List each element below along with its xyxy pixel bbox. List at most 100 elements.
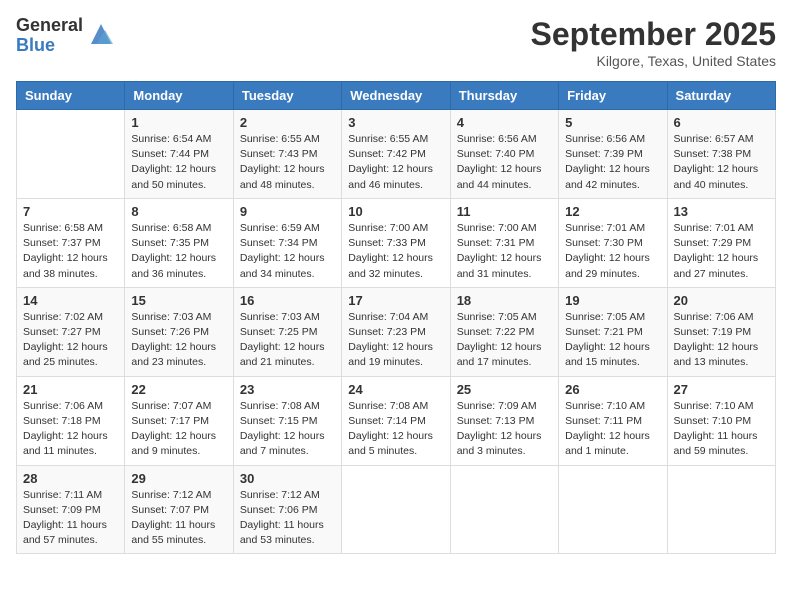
week-row-1: 1Sunrise: 6:54 AM Sunset: 7:44 PM Daylig… <box>17 110 776 199</box>
day-info: Sunrise: 7:06 AM Sunset: 7:19 PM Dayligh… <box>674 310 769 371</box>
day-info: Sunrise: 6:55 AM Sunset: 7:43 PM Dayligh… <box>240 132 335 193</box>
day-number: 27 <box>674 382 769 397</box>
day-info: Sunrise: 7:00 AM Sunset: 7:31 PM Dayligh… <box>457 221 552 282</box>
day-number: 14 <box>23 293 118 308</box>
calendar-cell: 13 Sunrise: 7:01 AM Sunset: 7:29 PM Dayli… <box>667 198 775 287</box>
day-info: Sunrise: 7:04 AM Sunset: 7:23 PM Dayligh… <box>348 310 443 371</box>
day-info: Sunrise: 7:10 AM Sunset: 7:10 PM Dayligh… <box>674 399 769 460</box>
logo-blue-text: Blue <box>16 36 83 56</box>
calendar-cell: 1Sunrise: 6:54 AM Sunset: 7:44 PM Daylig… <box>125 110 233 199</box>
day-info: Sunrise: 6:58 AM Sunset: 7:35 PM Dayligh… <box>131 221 226 282</box>
day-info: Sunrise: 7:01 AM Sunset: 7:30 PM Dayligh… <box>565 221 660 282</box>
calendar-cell: 20 Sunrise: 7:06 AM Sunset: 7:19 PM Dayli… <box>667 287 775 376</box>
day-number: 8 <box>131 204 226 219</box>
day-info: Sunrise: 6:56 AM Sunset: 7:39 PM Dayligh… <box>565 132 660 193</box>
calendar-cell: 14 Sunrise: 7:02 AM Sunset: 7:27 PM Dayli… <box>17 287 125 376</box>
calendar-cell <box>559 465 667 554</box>
calendar-cell: 5 Sunrise: 6:56 AM Sunset: 7:39 PM Daylig… <box>559 110 667 199</box>
logo-general-text: General <box>16 16 83 36</box>
calendar-cell: 23 Sunrise: 7:08 AM Sunset: 7:15 PM Dayli… <box>233 376 341 465</box>
calendar-cell: 10Sunrise: 7:00 AM Sunset: 7:33 PM Dayli… <box>342 198 450 287</box>
day-number: 21 <box>23 382 118 397</box>
day-info: Sunrise: 6:59 AM Sunset: 7:34 PM Dayligh… <box>240 221 335 282</box>
day-info: Sunrise: 7:12 AM Sunset: 7:06 PM Dayligh… <box>240 488 335 549</box>
day-number: 19 <box>565 293 660 308</box>
day-number: 12 <box>565 204 660 219</box>
calendar-cell <box>450 465 558 554</box>
calendar-cell: 9Sunrise: 6:59 AM Sunset: 7:34 PM Daylig… <box>233 198 341 287</box>
calendar-cell: 26 Sunrise: 7:10 AM Sunset: 7:11 PM Dayli… <box>559 376 667 465</box>
day-info: Sunrise: 7:08 AM Sunset: 7:14 PM Dayligh… <box>348 399 443 460</box>
month-title: September 2025 <box>531 16 776 53</box>
calendar-cell: 8 Sunrise: 6:58 AM Sunset: 7:35 PM Daylig… <box>125 198 233 287</box>
day-number: 17 <box>348 293 443 308</box>
day-number: 25 <box>457 382 552 397</box>
weekday-header-saturday: Saturday <box>667 82 775 110</box>
day-info: Sunrise: 7:07 AM Sunset: 7:17 PM Dayligh… <box>131 399 226 460</box>
day-number: 28 <box>23 471 118 486</box>
day-number: 6 <box>674 115 769 130</box>
weekday-header-friday: Friday <box>559 82 667 110</box>
day-number: 18 <box>457 293 552 308</box>
day-number: 16 <box>240 293 335 308</box>
calendar-cell: 4Sunrise: 6:56 AM Sunset: 7:40 PM Daylig… <box>450 110 558 199</box>
day-info: Sunrise: 6:57 AM Sunset: 7:38 PM Dayligh… <box>674 132 769 193</box>
calendar-cell: 24Sunrise: 7:08 AM Sunset: 7:14 PM Dayli… <box>342 376 450 465</box>
day-info: Sunrise: 7:03 AM Sunset: 7:25 PM Dayligh… <box>240 310 335 371</box>
day-number: 7 <box>23 204 118 219</box>
day-number: 20 <box>674 293 769 308</box>
day-info: Sunrise: 7:10 AM Sunset: 7:11 PM Dayligh… <box>565 399 660 460</box>
calendar-cell: 2 Sunrise: 6:55 AM Sunset: 7:43 PM Daylig… <box>233 110 341 199</box>
day-number: 15 <box>131 293 226 308</box>
day-info: Sunrise: 7:02 AM Sunset: 7:27 PM Dayligh… <box>23 310 118 371</box>
calendar-cell: 25 Sunrise: 7:09 AM Sunset: 7:13 PM Dayli… <box>450 376 558 465</box>
weekday-header-wednesday: Wednesday <box>342 82 450 110</box>
day-info: Sunrise: 7:03 AM Sunset: 7:26 PM Dayligh… <box>131 310 226 371</box>
calendar-cell: 12 Sunrise: 7:01 AM Sunset: 7:30 PM Dayli… <box>559 198 667 287</box>
day-info: Sunrise: 7:09 AM Sunset: 7:13 PM Dayligh… <box>457 399 552 460</box>
calendar-cell: 29 Sunrise: 7:12 AM Sunset: 7:07 PM Dayli… <box>125 465 233 554</box>
day-number: 29 <box>131 471 226 486</box>
week-row-4: 21 Sunrise: 7:06 AM Sunset: 7:18 PM Dayli… <box>17 376 776 465</box>
calendar-cell: 17 Sunrise: 7:04 AM Sunset: 7:23 PM Dayli… <box>342 287 450 376</box>
weekday-header-row: SundayMondayTuesdayWednesdayThursdayFrid… <box>17 82 776 110</box>
day-number: 23 <box>240 382 335 397</box>
calendar-cell: 18 Sunrise: 7:05 AM Sunset: 7:22 PM Dayli… <box>450 287 558 376</box>
week-row-2: 7Sunrise: 6:58 AM Sunset: 7:37 PM Daylig… <box>17 198 776 287</box>
day-info: Sunrise: 6:55 AM Sunset: 7:42 PM Dayligh… <box>348 132 443 193</box>
day-info: Sunrise: 7:05 AM Sunset: 7:21 PM Dayligh… <box>565 310 660 371</box>
day-info: Sunrise: 7:08 AM Sunset: 7:15 PM Dayligh… <box>240 399 335 460</box>
day-number: 30 <box>240 471 335 486</box>
week-row-5: 28 Sunrise: 7:11 AM Sunset: 7:09 PM Dayli… <box>17 465 776 554</box>
calendar-cell: 30 Sunrise: 7:12 AM Sunset: 7:06 PM Dayli… <box>233 465 341 554</box>
logo-icon <box>87 20 115 48</box>
day-number: 3 <box>348 115 443 130</box>
calendar-cell <box>17 110 125 199</box>
location-text: Kilgore, Texas, United States <box>531 53 776 69</box>
day-number: 13 <box>674 204 769 219</box>
day-number: 5 <box>565 115 660 130</box>
day-info: Sunrise: 6:54 AM Sunset: 7:44 PM Dayligh… <box>131 132 226 193</box>
calendar-cell: 16 Sunrise: 7:03 AM Sunset: 7:25 PM Dayli… <box>233 287 341 376</box>
weekday-header-sunday: Sunday <box>17 82 125 110</box>
calendar-cell: 27 Sunrise: 7:10 AM Sunset: 7:10 PM Dayli… <box>667 376 775 465</box>
day-info: Sunrise: 7:12 AM Sunset: 7:07 PM Dayligh… <box>131 488 226 549</box>
day-number: 11 <box>457 204 552 219</box>
title-block: September 2025 Kilgore, Texas, United St… <box>531 16 776 69</box>
day-info: Sunrise: 7:11 AM Sunset: 7:09 PM Dayligh… <box>23 488 118 549</box>
logo: General Blue <box>16 16 115 56</box>
day-info: Sunrise: 7:05 AM Sunset: 7:22 PM Dayligh… <box>457 310 552 371</box>
day-number: 2 <box>240 115 335 130</box>
day-number: 22 <box>131 382 226 397</box>
day-info: Sunrise: 7:01 AM Sunset: 7:29 PM Dayligh… <box>674 221 769 282</box>
calendar-cell <box>342 465 450 554</box>
page-header: General Blue September 2025 Kilgore, Tex… <box>16 16 776 69</box>
calendar-cell: 28 Sunrise: 7:11 AM Sunset: 7:09 PM Dayli… <box>17 465 125 554</box>
calendar-cell: 15 Sunrise: 7:03 AM Sunset: 7:26 PM Dayli… <box>125 287 233 376</box>
day-info: Sunrise: 7:06 AM Sunset: 7:18 PM Dayligh… <box>23 399 118 460</box>
weekday-header-thursday: Thursday <box>450 82 558 110</box>
day-number: 10 <box>348 204 443 219</box>
week-row-3: 14 Sunrise: 7:02 AM Sunset: 7:27 PM Dayli… <box>17 287 776 376</box>
calendar-cell <box>667 465 775 554</box>
day-number: 26 <box>565 382 660 397</box>
